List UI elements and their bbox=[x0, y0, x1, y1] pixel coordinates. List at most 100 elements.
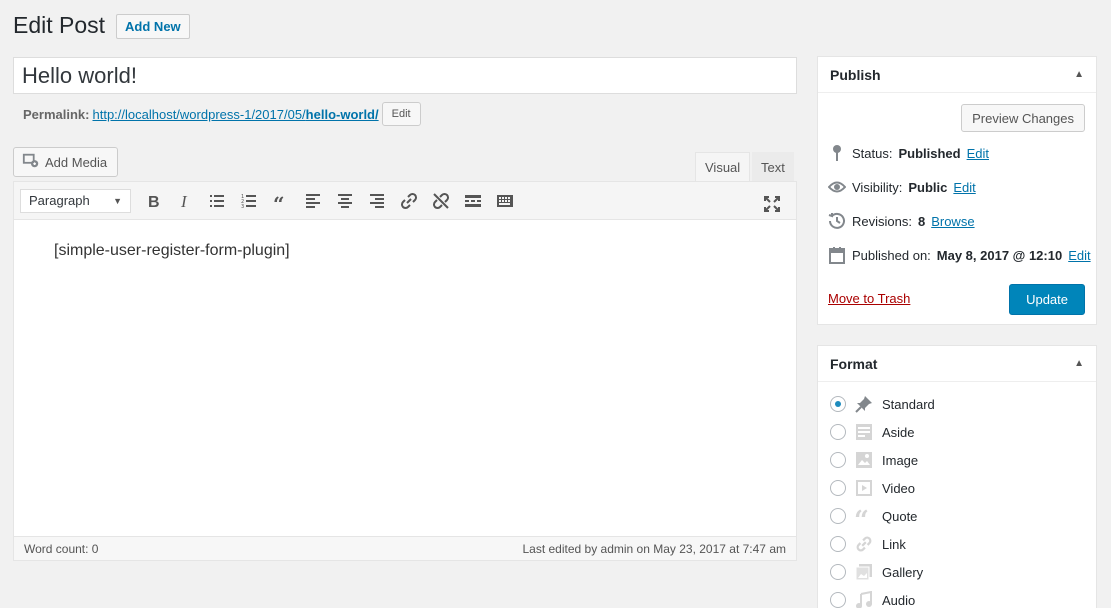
editor-content[interactable]: [simple-user-register-form-plugin] bbox=[14, 220, 796, 282]
post-editor: Paragraph ▼ B I 123 “ [simple-user-regis… bbox=[13, 181, 797, 561]
status-row: Status: Published Edit bbox=[828, 144, 989, 162]
align-left-icon[interactable] bbox=[297, 187, 329, 215]
read-more-icon[interactable] bbox=[457, 187, 489, 215]
unlink-icon[interactable] bbox=[425, 187, 457, 215]
toolbar-toggle-icon[interactable] bbox=[489, 187, 521, 215]
image-icon bbox=[854, 450, 874, 470]
bold-icon[interactable]: B bbox=[137, 187, 169, 215]
permalink-edit-button[interactable]: Edit bbox=[381, 102, 421, 126]
format-option-standard[interactable]: Standard bbox=[830, 394, 935, 414]
format-option-aside[interactable]: Aside bbox=[830, 422, 915, 442]
collapse-arrow-icon[interactable]: ▲ bbox=[1074, 358, 1084, 369]
format-select-value: Paragraph bbox=[29, 193, 90, 208]
pin-icon bbox=[828, 144, 846, 162]
audio-icon bbox=[854, 590, 874, 608]
numbered-list-icon[interactable]: 123 bbox=[233, 187, 265, 215]
gallery-icon bbox=[854, 562, 874, 582]
visibility-edit-link[interactable]: Edit bbox=[953, 180, 975, 195]
page-title: Edit Post bbox=[13, 12, 106, 38]
format-box-title: Format bbox=[830, 355, 878, 372]
published-value: May 8, 2017 @ 12:10 bbox=[936, 247, 1063, 263]
revisions-row: Revisions: 8 Browse bbox=[828, 212, 975, 230]
page-header: Edit Post Add New bbox=[13, 12, 190, 39]
revisions-value: 8 bbox=[917, 213, 926, 229]
format-select[interactable]: Paragraph ▼ bbox=[20, 188, 131, 213]
editor-toolbar: Paragraph ▼ B I 123 “ bbox=[14, 182, 796, 220]
visibility-row: Visibility: Public Edit bbox=[828, 178, 976, 196]
add-new-button[interactable]: Add New bbox=[116, 14, 190, 39]
status-label: Status: bbox=[852, 145, 893, 161]
fullscreen-icon[interactable] bbox=[756, 190, 788, 218]
format-label-aside: Aside bbox=[882, 424, 915, 440]
collapse-arrow-icon[interactable]: ▲ bbox=[1074, 69, 1084, 80]
svg-text:“: “ bbox=[854, 507, 869, 525]
publish-box: Publish ▲ Preview Changes Status: Publis… bbox=[817, 56, 1097, 325]
preview-changes-button[interactable]: Preview Changes bbox=[961, 104, 1085, 132]
format-option-gallery[interactable]: Gallery bbox=[830, 562, 923, 582]
format-radio-audio[interactable] bbox=[830, 592, 846, 608]
published-on-row: Published on: May 8, 2017 @ 12:10 Edit bbox=[828, 246, 1091, 264]
permalink-label: Permalink: bbox=[23, 106, 90, 122]
format-option-image[interactable]: Image bbox=[830, 450, 918, 470]
format-option-video[interactable]: Video bbox=[830, 478, 915, 498]
editor-statusbar: Word count: 0 Last edited by admin on Ma… bbox=[14, 536, 796, 560]
published-label: Published on: bbox=[852, 247, 931, 263]
last-edited: Last edited by admin on May 23, 2017 at … bbox=[522, 541, 786, 556]
format-radio-aside[interactable] bbox=[830, 424, 846, 440]
eye-icon bbox=[828, 178, 846, 196]
svg-text:B: B bbox=[148, 194, 160, 211]
video-icon bbox=[854, 478, 874, 498]
svg-text:“: “ bbox=[273, 192, 285, 211]
format-label-quote: Quote bbox=[882, 508, 918, 524]
permalink-url-base: http://localhost/wordpress-1/2017/05/ bbox=[92, 106, 306, 122]
published-edit-link[interactable]: Edit bbox=[1068, 248, 1090, 263]
quote-icon: “ bbox=[854, 506, 874, 526]
format-label-audio: Audio bbox=[882, 592, 916, 608]
history-icon bbox=[828, 212, 846, 230]
format-option-audio[interactable]: Audio bbox=[830, 590, 915, 608]
add-media-label: Add Media bbox=[45, 154, 108, 170]
format-box: Format ▲ Standard Aside Image Video “ Qu… bbox=[817, 345, 1097, 608]
media-icon bbox=[22, 152, 40, 173]
status-edit-link[interactable]: Edit bbox=[967, 146, 989, 161]
publish-box-header[interactable]: Publish ▲ bbox=[818, 57, 1096, 93]
permalink-link[interactable]: http://localhost/wordpress-1/2017/05/hel… bbox=[92, 107, 378, 122]
format-radio-video[interactable] bbox=[830, 480, 846, 496]
italic-icon[interactable]: I bbox=[169, 187, 201, 215]
format-radio-link[interactable] bbox=[830, 536, 846, 552]
chevron-down-icon: ▼ bbox=[113, 195, 122, 206]
format-radio-quote[interactable] bbox=[830, 508, 846, 524]
format-option-link[interactable]: Link bbox=[830, 534, 906, 554]
format-box-header[interactable]: Format ▲ bbox=[818, 346, 1096, 382]
word-count: Word count: 0 bbox=[24, 541, 99, 556]
align-right-icon[interactable] bbox=[361, 187, 393, 215]
svg-text:3: 3 bbox=[241, 204, 244, 210]
move-to-trash-link[interactable]: Move to Trash bbox=[828, 291, 910, 306]
blockquote-icon[interactable]: “ bbox=[265, 187, 297, 215]
status-value: Published bbox=[898, 145, 961, 161]
add-media-button[interactable]: Add Media bbox=[13, 147, 119, 177]
align-center-icon[interactable] bbox=[329, 187, 361, 215]
format-label-video: Video bbox=[882, 480, 916, 496]
revisions-label: Revisions: bbox=[852, 213, 912, 229]
format-radio-standard[interactable] bbox=[830, 396, 846, 412]
format-radio-gallery[interactable] bbox=[830, 564, 846, 580]
aside-icon bbox=[854, 422, 874, 442]
bullet-list-icon[interactable] bbox=[201, 187, 233, 215]
tab-visual[interactable]: Visual bbox=[695, 152, 751, 182]
visibility-value: Public bbox=[908, 179, 948, 195]
edit-post-page: Edit Post Add New Hello world! Permalink… bbox=[0, 0, 1111, 608]
format-radio-image[interactable] bbox=[830, 452, 846, 468]
format-option-quote[interactable]: “ Quote bbox=[830, 506, 917, 526]
permalink-row: Permalink: http://localhost/wordpress-1/… bbox=[23, 102, 421, 126]
permalink-slug: hello-world/ bbox=[305, 106, 379, 122]
post-title-input[interactable]: Hello world! bbox=[13, 57, 797, 94]
link-icon[interactable] bbox=[393, 187, 425, 215]
pushpin-icon bbox=[854, 394, 874, 414]
publish-box-title: Publish bbox=[830, 66, 881, 83]
calendar-icon bbox=[828, 246, 846, 264]
tab-text[interactable]: Text bbox=[752, 152, 794, 182]
link-icon bbox=[854, 534, 874, 554]
revisions-browse-link[interactable]: Browse bbox=[931, 214, 974, 229]
update-button[interactable]: Update bbox=[1009, 284, 1085, 315]
